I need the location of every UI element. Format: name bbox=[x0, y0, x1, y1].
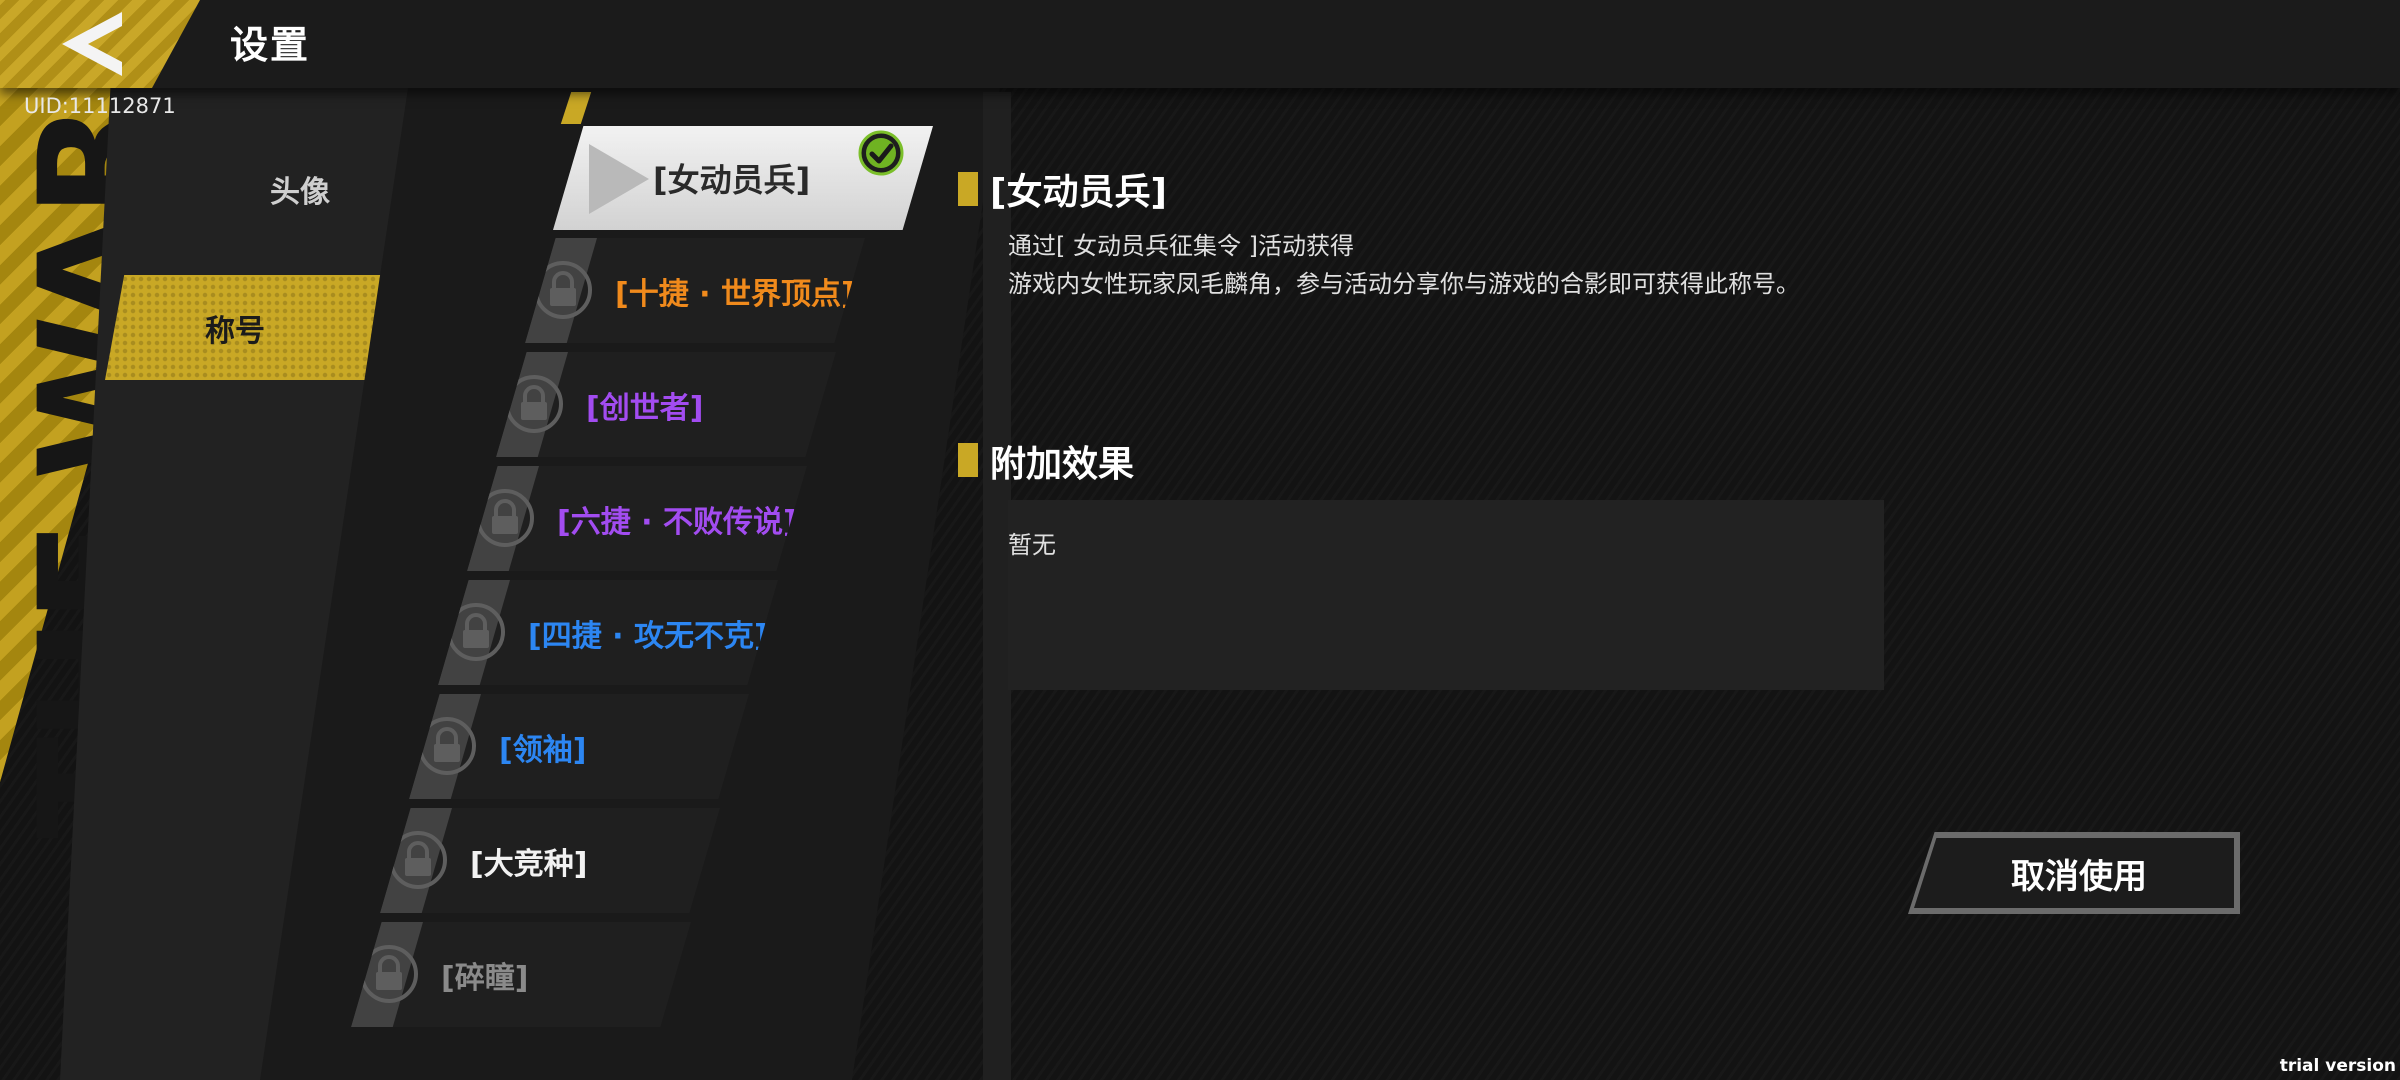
title-description: 游戏内女性玩家凤毛麟角，参与活动分享你与游戏的合影即可获得此称号。 bbox=[1008, 270, 1800, 298]
section-marker bbox=[958, 172, 978, 206]
check-circle-icon bbox=[858, 130, 904, 176]
selected-title-name: [女动员兵] bbox=[990, 172, 1167, 213]
button-label: 取消使用 bbox=[2011, 856, 2147, 897]
title-item[interactable]: [领袖] bbox=[409, 694, 749, 799]
effect-box bbox=[1008, 500, 1884, 690]
cancel-use-button[interactable]: 取消使用 bbox=[1908, 832, 2240, 914]
title-item-label: [六捷 · 不败传说] bbox=[557, 504, 797, 540]
title-item-label: [十捷 · 世界顶点] bbox=[615, 276, 855, 312]
category-tab-label: 称号 bbox=[205, 313, 265, 349]
title-item[interactable]: [十捷 · 世界顶点] bbox=[525, 238, 865, 343]
back-button[interactable] bbox=[0, 0, 200, 88]
title-item[interactable]: [创世者] bbox=[496, 352, 836, 457]
title-item-label: [碎瞳] bbox=[441, 960, 529, 996]
triangle-play-icon bbox=[589, 144, 649, 214]
page-title: 设置 bbox=[230, 23, 311, 67]
title-item[interactable]: [碎瞳] bbox=[351, 922, 691, 1027]
title-item-label: [大竞种] bbox=[470, 846, 588, 882]
watermark: trial version bbox=[2279, 1056, 2396, 1076]
title-item-label: [女动员兵] bbox=[653, 161, 811, 199]
title-item-label: [创世者] bbox=[586, 390, 704, 426]
title-item[interactable]: [六捷 · 不败传说] bbox=[467, 466, 807, 571]
title-item-label: [领袖] bbox=[499, 732, 587, 768]
title-source-text: 通过[ 女动员兵征集令 ]活动获得 bbox=[1008, 232, 1354, 260]
effect-text: 暂无 bbox=[1008, 531, 1056, 559]
effect-heading: 附加效果 bbox=[990, 444, 1135, 485]
panel-divider bbox=[983, 92, 1011, 1080]
uid-label: UID:11112871 bbox=[24, 94, 176, 118]
category-tab-label: 头像 bbox=[270, 174, 330, 210]
section-marker bbox=[958, 443, 978, 477]
top-bar: 设置 bbox=[0, 0, 2400, 88]
back-arrow-icon bbox=[62, 12, 122, 76]
title-item[interactable]: [四捷 · 攻无不克] bbox=[438, 580, 778, 685]
title-item-label: [四捷 · 攻无不克] bbox=[528, 618, 768, 654]
title-item[interactable]: [大竞种] bbox=[380, 808, 720, 913]
